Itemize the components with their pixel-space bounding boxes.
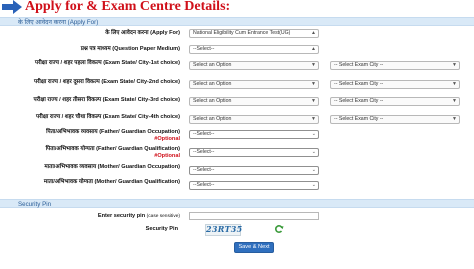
captcha-image: 23RT35 — [205, 224, 243, 236]
father-qualification-select[interactable]: --Select-- ⌄ — [189, 148, 319, 157]
city1-city-select[interactable]: -- Select Exam City -- ▼ — [330, 61, 460, 70]
father-qualification-label-text: पिता/अभिभावक योग्यता (Father/ Guardian Q… — [45, 146, 180, 152]
mother-qualification-value: --Select-- — [193, 182, 215, 188]
optional-tag: #Optional — [154, 136, 180, 142]
father-occupation-select[interactable]: --Select-- ⌄ — [189, 130, 319, 139]
city1-city-placeholder: -- Select Exam City -- — [334, 62, 384, 68]
page-title: Apply for & Exam Centre Details: — [25, 0, 231, 14]
chevron-down-icon: ▼ — [452, 98, 457, 104]
refresh-icon[interactable] — [274, 224, 284, 234]
city4-city-select[interactable]: -- Select Exam City -- ▼ — [330, 115, 460, 124]
city4-city-placeholder: -- Select Exam City -- — [334, 116, 384, 122]
city2-city-select[interactable]: -- Select Exam City -- ▼ — [330, 80, 460, 89]
security-pin-input[interactable] — [189, 212, 319, 220]
chevron-down-icon: ⌄ — [311, 167, 316, 173]
city3-state-placeholder: Select an Option — [193, 98, 232, 104]
enter-pin-label: Enter security pin (case sensitive) — [30, 213, 180, 220]
father-qualification-label: पिता/अभिभावक योग्यता (Father/ Guardian Q… — [30, 146, 180, 160]
chevron-down-icon: ▼ — [311, 116, 316, 122]
chevron-down-icon: ▼ — [311, 62, 316, 68]
city2-state-placeholder: Select an Option — [193, 81, 232, 87]
chevron-down-icon: ▼ — [452, 81, 457, 87]
city3-city-placeholder: -- Select Exam City -- — [334, 98, 384, 104]
city4-label: परीक्षा राज्य / शहर चौथा विकल्प (Exam St… — [35, 114, 180, 120]
mother-occupation-select[interactable]: --Select-- ⌄ — [189, 166, 319, 175]
father-occupation-label: पिता/अभिभावक व्यवसाय (Father/ Guardian O… — [30, 129, 180, 143]
chevron-down-icon: ▲▼ — [311, 30, 316, 36]
mother-occupation-label: माता/अभिभावक व्यवसाय (Mother/ Guardian O… — [44, 164, 180, 170]
optional-tag: #Optional — [154, 153, 180, 159]
chevron-down-icon: ▼ — [311, 81, 316, 87]
chevron-down-icon: ⌄ — [311, 149, 316, 155]
city3-city-select[interactable]: -- Select Exam City -- ▼ — [330, 97, 460, 106]
city2-state-select[interactable]: Select an Option ▼ — [189, 80, 319, 89]
section-header-security: Security Pin — [0, 199, 474, 208]
paper-medium-label: प्रश्न पत्र माध्यम (Question Paper Mediu… — [80, 46, 180, 52]
chevron-down-icon: ⌄ — [311, 131, 316, 137]
city2-label: परीक्षा राज्य / शहर दूसरा विकल्प (Exam S… — [33, 79, 180, 85]
father-occupation-value: --Select-- — [193, 131, 215, 137]
apply-for-value: National Eligibility Cum Entrance Test(U… — [193, 30, 291, 36]
mother-occupation-value: --Select-- — [193, 167, 215, 173]
city4-state-placeholder: Select an Option — [193, 116, 232, 122]
case-sensitive-note: (case sensitive) — [146, 214, 180, 219]
chevron-down-icon: ▲▼ — [311, 46, 316, 52]
chevron-down-icon: ▼ — [452, 116, 457, 122]
chevron-down-icon: ▼ — [452, 62, 457, 68]
paper-medium-value: --Select-- — [193, 46, 215, 52]
city1-label: परीक्षा राज्य / शहर पहला विकल्प (Exam St… — [34, 60, 180, 66]
paper-medium-select[interactable]: --Select-- ▲▼ — [189, 45, 319, 54]
city1-state-placeholder: Select an Option — [193, 62, 232, 68]
arrow-right-icon — [2, 0, 22, 14]
security-pin-label: Security Pin — [145, 226, 178, 232]
city4-state-select[interactable]: Select an Option ▼ — [189, 115, 319, 124]
city3-state-select[interactable]: Select an Option ▼ — [189, 97, 319, 106]
mother-qualification-select[interactable]: --Select-- ⌄ — [189, 181, 319, 190]
apply-for-label: के लिए आवेदन करना (Apply For) — [105, 30, 180, 36]
father-qualification-value: --Select-- — [193, 149, 215, 155]
chevron-down-icon: ⌄ — [311, 182, 316, 188]
page-banner: Apply for & Exam Centre Details: — [0, 0, 474, 16]
save-next-button[interactable]: Save & Next — [234, 242, 274, 253]
section-header-apply: के लिए आवेदन करना (Apply For) — [0, 17, 474, 26]
chevron-down-icon: ▼ — [311, 98, 316, 104]
father-occupation-label-text: पिता/अभिभावक व्यवसाय (Father/ Guardian O… — [46, 129, 180, 135]
enter-pin-label-text: Enter security pin — [97, 213, 146, 219]
mother-qualification-label: माता/अभिभावक योग्यता (Mother/ Guardian Q… — [43, 179, 180, 185]
city3-label: परीक्षा राज्य / शहर तीसरा विकल्प (Exam S… — [33, 97, 181, 103]
city1-state-select[interactable]: Select an Option ▼ — [189, 61, 319, 70]
apply-for-select[interactable]: National Eligibility Cum Entrance Test(U… — [189, 29, 319, 38]
city2-city-placeholder: -- Select Exam City -- — [334, 81, 384, 87]
